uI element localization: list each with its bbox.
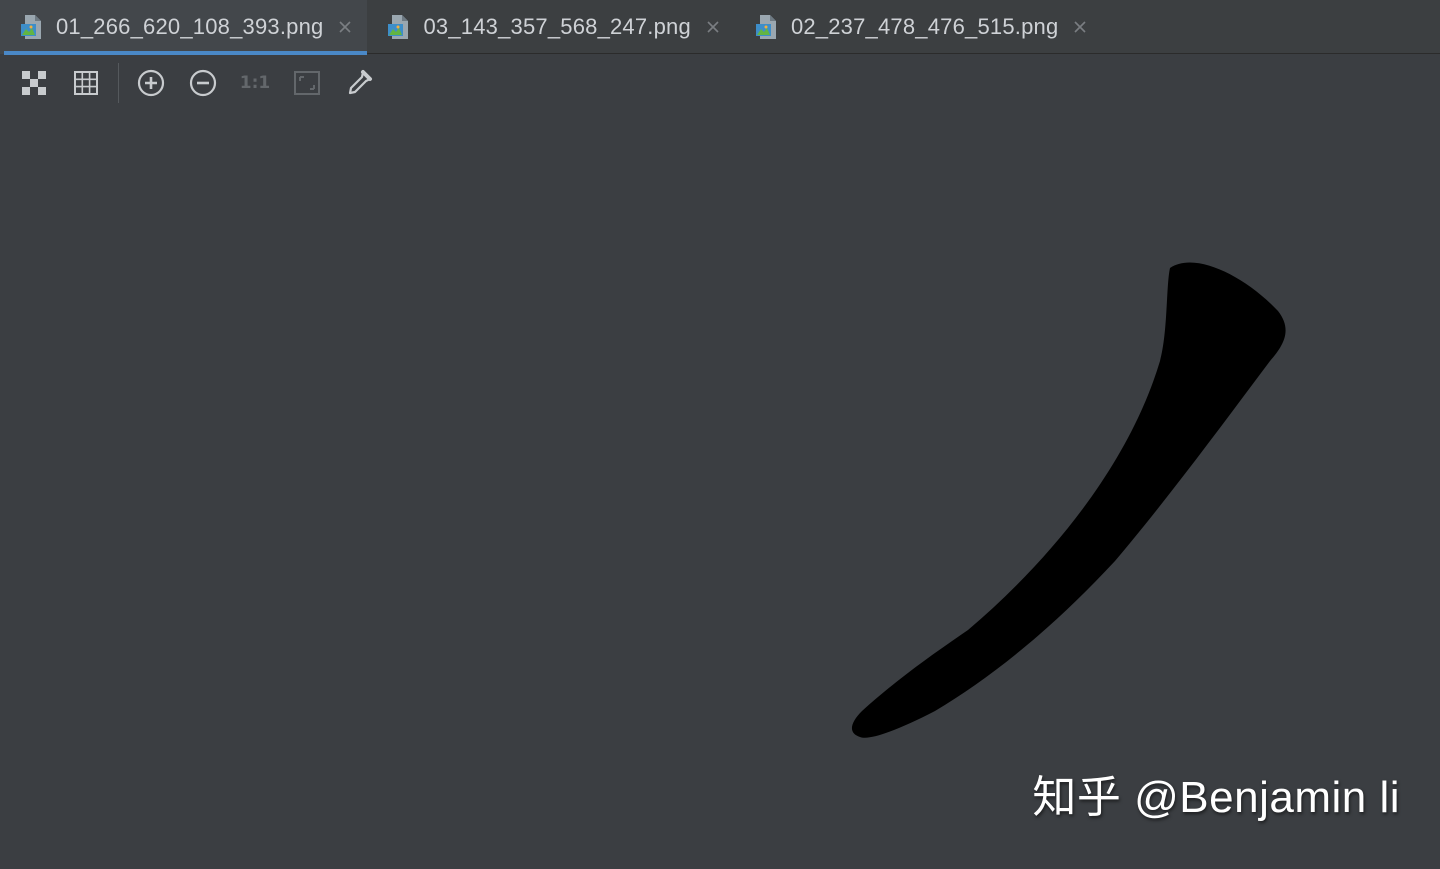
image-editor-toolbar: 1:1 <box>0 55 1440 111</box>
tab-label: 03_143_357_568_247.png <box>423 14 691 39</box>
close-tab-icon[interactable] <box>337 19 353 35</box>
image-file-icon <box>388 15 409 39</box>
actual-size-button[interactable]: 1:1 <box>239 69 271 97</box>
tab-label: 01_266_620_108_393.png <box>56 14 324 39</box>
toggle-grid-button[interactable] <box>72 69 100 97</box>
close-tab-icon[interactable] <box>1072 19 1088 35</box>
zoom-out-button[interactable] <box>189 69 217 97</box>
color-picker-button[interactable] <box>345 69 373 97</box>
tab-file-01[interactable]: 01_266_620_108_393.png <box>0 0 368 55</box>
calligraphy-stroke-image <box>851 262 1286 738</box>
chessboard-icon <box>22 71 46 95</box>
tab-label: 02_237_478_476_515.png <box>790 14 1059 39</box>
fit-to-window-button[interactable] <box>293 69 321 97</box>
editor-tab-bar: 01_266_620_108_393.png 03_143_357_568_24… <box>0 0 1440 55</box>
toolbar-separator <box>118 63 119 103</box>
toggle-chessboard-button[interactable] <box>20 69 48 97</box>
color-picker-icon <box>348 70 372 95</box>
zoom-in-icon <box>137 69 165 97</box>
tab-file-03[interactable]: 03_143_357_568_247.png <box>367 0 734 54</box>
actual-size-icon: 1:1 <box>239 73 271 93</box>
zoom-in-button[interactable] <box>137 69 165 97</box>
tab-file-02[interactable]: 02_237_478_476_515.png <box>735 0 1102 54</box>
image-file-icon <box>21 15 41 39</box>
image-canvas[interactable]: 知乎 @Benjamin li <box>0 111 1440 869</box>
close-tab-icon[interactable] <box>705 19 721 35</box>
fit-window-icon <box>294 71 320 95</box>
watermark-text: 知乎 @Benjamin li <box>1032 773 1400 822</box>
grid-icon <box>74 71 98 95</box>
zoom-out-icon <box>189 69 217 97</box>
image-viewer-window: 01_266_620_108_393.png 03_143_357_568_24… <box>0 0 1440 869</box>
image-file-icon <box>755 15 776 39</box>
